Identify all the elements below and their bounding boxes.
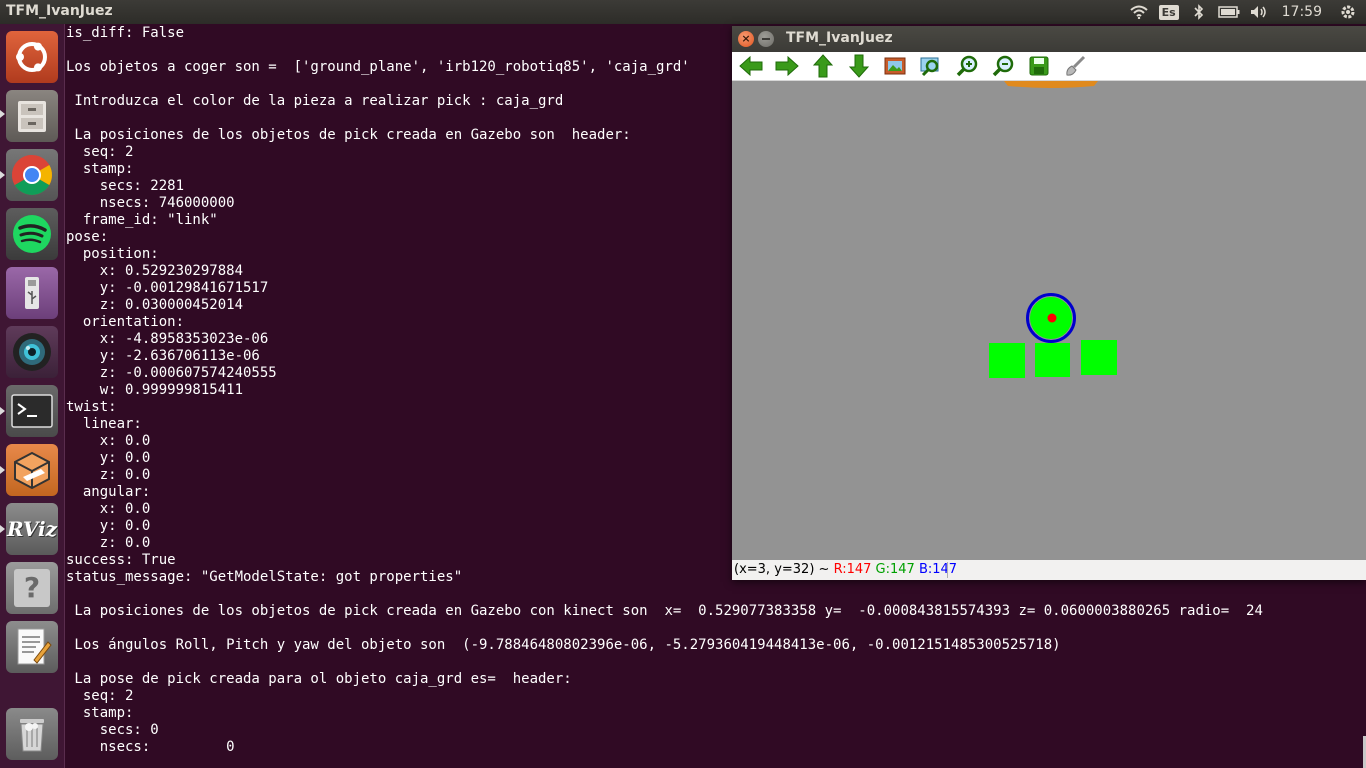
running-indicator (0, 110, 5, 118)
detection-center-dot (1047, 313, 1057, 323)
top-panel: TFM_IvanJuez Es 17:59 (0, 0, 1366, 24)
cursor-position: (x=3, y=32) ~ (734, 562, 834, 577)
save-icon (1029, 56, 1049, 76)
chrome-icon (12, 155, 52, 195)
green-box-right (1081, 340, 1117, 375)
terminal-line: secs: 0 (66, 722, 159, 738)
close-button[interactable]: × (738, 31, 754, 47)
launcher-item-rviz[interactable]: RViz (6, 503, 58, 555)
launcher-item-trash[interactable] (6, 708, 58, 760)
launcher-item-usb-drive[interactable] (6, 267, 58, 319)
close-icon: × (741, 32, 751, 45)
terminal-line: seq: 2 (66, 688, 134, 704)
green-box-center (1035, 343, 1070, 377)
running-indicator (0, 171, 5, 179)
viewer-titlebar[interactable]: × TFM_IvanJuez (732, 26, 1366, 52)
forward-button[interactable] (774, 54, 800, 78)
fit-image-button[interactable] (882, 54, 908, 78)
terminal-line: nsecs: 0 (66, 739, 235, 755)
help-icon: ? (14, 569, 50, 607)
save-button[interactable] (1026, 54, 1052, 78)
active-window-title: TFM_IvanJuez (6, 3, 113, 19)
launcher-item-gazebo[interactable] (6, 444, 58, 496)
viewer-statusbar: (x=3, y=32) ~ R:147 G:147 B:147 (732, 560, 1366, 580)
orange-object-edge (1004, 81, 1098, 88)
down-button[interactable] (846, 54, 872, 78)
bluetooth-icon[interactable] (1184, 0, 1214, 24)
detection-image (989, 81, 1117, 378)
zoom-in-button[interactable] (954, 54, 980, 78)
terminal-line: La pose de pick creada para ol objeto ca… (66, 671, 572, 687)
red-value: R:147 (833, 562, 872, 577)
keyboard-layout: Es (1158, 4, 1179, 20)
pixel-info: (x=3, y=32) ~ R:147 G:147 B:147 (734, 561, 957, 579)
back-button[interactable] (738, 54, 764, 78)
image-canvas[interactable] (732, 81, 1366, 560)
usb-icon (25, 277, 39, 309)
spotify-icon (13, 215, 51, 253)
battery-icon[interactable] (1214, 0, 1244, 24)
blue-value: B:147 (918, 562, 958, 577)
terminal-icon (11, 394, 53, 428)
green-value: G:147 (875, 562, 915, 577)
running-indicator (0, 525, 5, 533)
zoom-fit-button[interactable] (918, 54, 944, 78)
terminal-line: Los ángulos Roll, Pitch y yaw del objeto… (66, 637, 1061, 653)
ubuntu-logo-icon (16, 42, 47, 72)
viewer-title: TFM_IvanJuez (786, 30, 893, 46)
statusbar-separator (947, 562, 948, 578)
file-cabinet-icon (18, 101, 46, 132)
keyboard-icon[interactable]: Es (1154, 0, 1184, 24)
green-box-left (989, 343, 1025, 378)
zoom-fit-icon (920, 57, 939, 77)
launcher-item-files[interactable] (6, 90, 58, 142)
launcher-item-text-editor[interactable] (6, 621, 58, 673)
arrow-down-icon (849, 54, 869, 78)
running-indicator (0, 466, 5, 474)
text-editor-icon (17, 628, 52, 665)
launcher-item-dash-home[interactable] (6, 31, 58, 83)
terminal-line: stamp: (66, 705, 134, 721)
clock[interactable]: 17:59 (1274, 0, 1336, 24)
terminal-line: La posiciones de los objetos de pick cre… (66, 603, 1263, 619)
up-button[interactable] (810, 54, 836, 78)
image-icon (884, 57, 906, 75)
viewer-toolbar (732, 52, 1366, 81)
wifi-icon[interactable] (1124, 0, 1154, 24)
brush-icon (1066, 55, 1086, 76)
system-tray: Es 17:59 (1124, 0, 1366, 24)
zoom-out-button[interactable] (990, 54, 1016, 78)
arrow-right-icon (775, 56, 799, 76)
volume-icon[interactable] (1244, 0, 1274, 24)
image-viewer-window: × TFM_IvanJuez (x=3, y=32) ~ R:147 G:147… (732, 26, 1366, 580)
launcher-item-camera[interactable] (6, 326, 58, 378)
trash-icon (20, 719, 44, 752)
launcher-item-chrome[interactable] (6, 149, 58, 201)
running-indicator (0, 407, 5, 415)
zoom-in-icon (956, 55, 978, 77)
gazebo-box-icon (14, 451, 50, 490)
brush-button[interactable] (1062, 54, 1088, 78)
arrow-left-icon (739, 56, 763, 76)
launcher: RViz ? (0, 24, 65, 768)
rviz-icon: RViz (6, 517, 58, 541)
launcher-item-spotify[interactable] (6, 208, 58, 260)
zoom-out-icon (992, 55, 1014, 77)
arrow-up-icon (813, 54, 833, 78)
launcher-item-help[interactable]: ? (6, 562, 58, 614)
minimize-button[interactable] (758, 31, 774, 47)
gear-icon[interactable] (1336, 0, 1360, 24)
launcher-item-terminal[interactable] (6, 385, 58, 437)
camera-icon (13, 333, 51, 371)
